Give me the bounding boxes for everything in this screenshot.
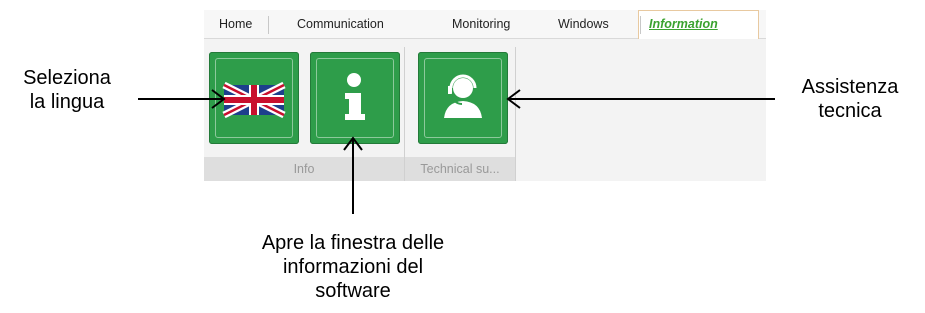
arrow-to-support <box>506 89 775 109</box>
arrow-to-info <box>343 136 363 214</box>
arrow-to-language <box>138 89 226 109</box>
callout-arrows <box>138 89 775 214</box>
